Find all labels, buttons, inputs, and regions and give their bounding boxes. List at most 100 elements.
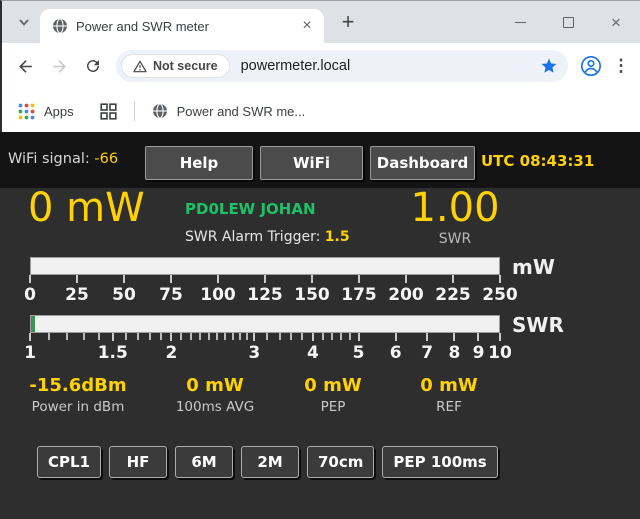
page-header-bar: WiFi signal: -66 Help WiFi Dashboard UTC… [0,132,640,188]
tab-search-button[interactable] [10,8,38,36]
url-text[interactable]: powermeter.local [241,58,534,74]
forward-arrow-icon [50,57,69,76]
apps-grid-icon[interactable] [18,103,35,120]
apps-shortcut[interactable]: Apps [44,104,74,119]
gauge-tick [76,275,78,283]
gauge-tick [477,333,479,341]
globe-favicon-icon [52,18,68,34]
close-icon: × [611,14,621,31]
reload-button[interactable] [76,49,110,83]
bookmark-globe-icon [152,103,168,119]
swr-alarm-trigger: SWR Alarm Trigger: 1.5 [185,229,350,245]
gauge-tick-label: 125 [247,285,283,305]
6m-button[interactable]: 6M [175,446,233,478]
back-button[interactable] [8,49,42,83]
gauge-minor-tick [83,333,85,340]
stat-value: 0 mW [374,375,524,396]
bookmarks-divider [134,101,135,121]
gauge-minor-tick [199,333,201,340]
bookmarks-bar: Apps Power and SWR me... [2,89,640,133]
browser-menu-button[interactable]: ⋮ [608,49,634,83]
gauge-tick [170,275,172,283]
gauge-minor-tick [190,333,192,340]
bookmark-item[interactable]: Power and SWR me... [177,104,306,119]
stat-label: REF [374,399,524,415]
bookmark-star-button[interactable] [540,57,558,75]
browser-window: Power and SWR meter × + × [0,0,640,132]
gauge-tick [358,333,360,341]
minimize-button[interactable] [496,1,544,43]
forward-button[interactable] [42,49,76,83]
gauge-tick [452,275,454,283]
gauge-minor-tick [232,333,234,340]
warning-icon [133,60,147,73]
70cm-button[interactable]: 70cm [307,446,374,478]
tab-close-icon[interactable]: × [298,18,316,34]
new-tab-button[interactable]: + [334,8,362,36]
gauge-minor-tick [149,333,151,340]
dashboard-button[interactable]: Dashboard [370,146,475,180]
close-button[interactable]: × [592,1,640,43]
power-gauge-ticks [30,275,500,284]
security-chip[interactable]: Not secure [121,54,230,78]
swr-gauge-scale: 11.52345678910 [30,343,500,363]
gauge-tick-label: 175 [341,285,377,305]
gauge-minor-tick [137,333,139,340]
wifi-signal-label: WiFi signal: [8,151,90,167]
power-gauge-unit: mW [512,255,555,279]
swr-main-readout: 1.00 [390,189,520,227]
side-panel-button[interactable] [100,103,117,120]
gauge-tick-label: 50 [112,285,136,305]
gauge-minor-tick [349,333,351,340]
gauge-tick [170,333,172,341]
address-bar[interactable]: Not secure powermeter.local [116,50,568,82]
maximize-icon [563,17,574,28]
profile-button[interactable] [574,49,608,83]
gauge-tick-label: 225 [435,285,471,305]
gauge-minor-tick [66,333,68,340]
gauge-tick-label: 1.5 [98,343,128,363]
pep-100ms-button[interactable]: PEP 100ms [382,446,497,478]
swr-gauge: 11.52345678910 SWR [30,315,500,363]
power-main-readout: 0 mW [28,189,145,227]
security-chip-label: Not secure [153,59,218,73]
tab-title: Power and SWR meter [76,19,290,34]
gauge-minor-tick [180,333,182,340]
gauge-tick-label: 9 [473,343,485,363]
gauge-minor-tick [48,333,50,340]
gauge-minor-tick [322,333,324,340]
swr-alarm-label: SWR Alarm Trigger: [185,229,320,245]
gauge-tick-label: 2 [166,343,178,363]
wifi-button[interactable]: WiFi [260,146,363,180]
profile-icon [580,55,602,77]
gauge-tick-label: 6 [390,343,402,363]
swr-gauge-unit: SWR [512,313,564,337]
wifi-signal-readout: WiFi signal: -66 [8,151,118,167]
gauge-minor-tick [98,333,100,340]
gauge-minor-tick [246,333,248,340]
swr-caption: SWR [390,231,520,247]
hf-button[interactable]: HF [109,446,167,478]
stat-value: -15.6dBm [3,375,153,396]
active-tab[interactable]: Power and SWR meter × [40,9,324,43]
gauge-tick-label: 100 [200,285,236,305]
gauge-tick-label: 25 [65,285,89,305]
chevron-down-icon [16,14,32,30]
power-gauge-scale: 0255075100125150175200225250 [30,285,500,305]
help-button[interactable]: Help [145,146,253,180]
gauge-minor-tick [125,333,127,340]
minimize-icon [515,22,526,23]
gauge-tick [453,333,455,341]
gauge-tick [264,275,266,283]
2m-button[interactable]: 2M [241,446,299,478]
cpl1-button[interactable]: CPL1 [37,446,101,478]
maximize-button[interactable] [544,1,592,43]
gauge-minor-tick [340,333,342,340]
gauge-minor-tick [216,333,218,340]
gauge-tick [123,275,125,283]
swr-gauge-ticks [30,333,500,342]
utc-clock: UTC 08:43:31 [481,152,594,170]
gauge-tick-label: 8 [449,343,461,363]
gauge-minor-tick [331,333,333,340]
wifi-signal-value: -66 [94,151,118,167]
